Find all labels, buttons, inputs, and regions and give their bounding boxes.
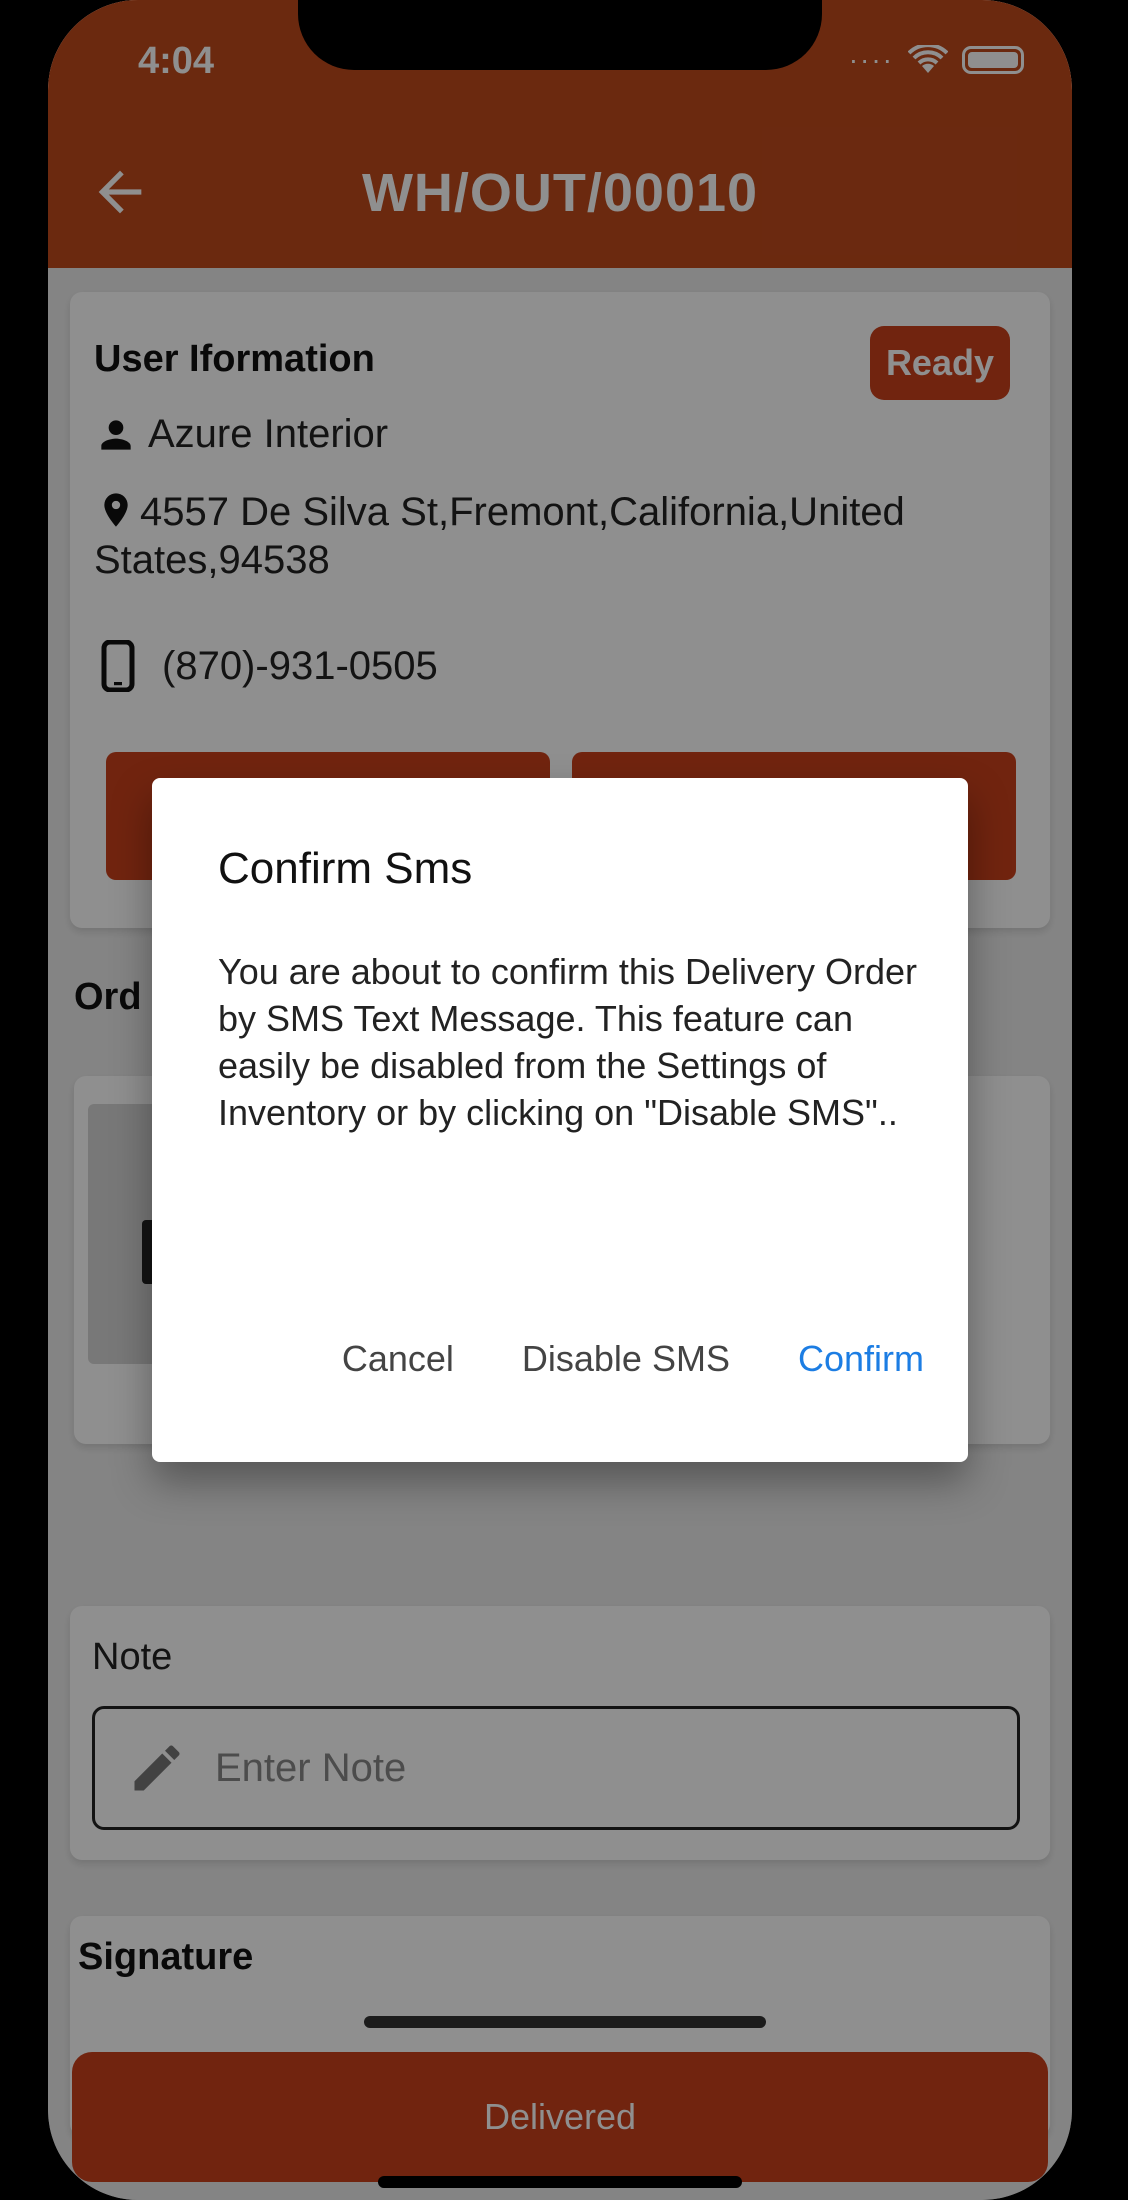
confirm-button[interactable]: Confirm	[798, 1338, 924, 1380]
dialog-message: You are about to confirm this Delivery O…	[218, 951, 917, 1133]
dialog-title: Confirm Sms	[218, 844, 473, 893]
dialog-actions: Cancel Disable SMS Confirm	[342, 1338, 924, 1380]
cancel-button[interactable]: Cancel	[342, 1338, 454, 1380]
disable-sms-button[interactable]: Disable SMS	[522, 1338, 730, 1380]
confirm-sms-dialog: Confirm Sms You are about to confirm thi…	[152, 778, 968, 1462]
